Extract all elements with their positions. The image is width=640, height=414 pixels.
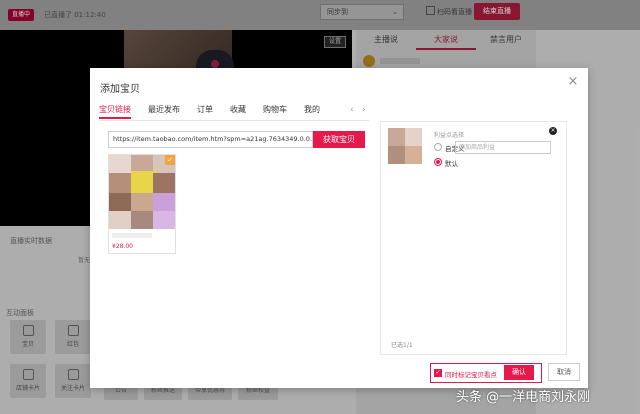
tabs-prev-icon[interactable]: ‹ [350, 103, 354, 117]
radio-custom[interactable] [434, 143, 442, 151]
confirm-button[interactable]: 确认 [504, 365, 534, 380]
product-image: ✓ [109, 155, 175, 229]
cancel-button[interactable]: 取消 [548, 363, 580, 381]
tabs-next-icon[interactable]: › [362, 103, 366, 117]
watermark: 头条 @一洋电商刘永刚 [456, 390, 591, 405]
product-url-input[interactable]: https://item.taobao.com/item.htm?spm=a21… [108, 131, 313, 148]
benefit-input[interactable]: 添加商品利益 [455, 141, 551, 154]
benefit-point-label: 利益点选择 [434, 132, 465, 139]
radio-default[interactable] [434, 158, 442, 166]
product-title-placeholder [112, 233, 152, 238]
selected-product-thumbnail [388, 128, 422, 164]
tab-recent[interactable]: 最近发布 [148, 103, 180, 119]
selected-count: 已选1/1 [391, 342, 413, 349]
tab-cart[interactable]: 购物车 [263, 103, 287, 119]
product-price: ¥28.00 [112, 243, 133, 250]
radio-default-label: 默认 [445, 160, 458, 168]
product-card[interactable]: ✓ ¥28.00 [108, 154, 176, 254]
checkbox-checked-icon: ✓ [434, 369, 442, 377]
add-product-dialog: 添加宝贝 × 宝贝链接 最近发布 订单 收藏 购物车 我的 ‹ › https:… [90, 68, 588, 388]
product-source-tabs: 宝贝链接 最近发布 订单 收藏 购物车 我的 [99, 103, 337, 119]
selected-product-panel: × 利益点选择 自定义 添加商品利益 默认 已选1/1 [380, 121, 567, 355]
tab-mine[interactable]: 我的 [304, 103, 320, 119]
tab-product-link[interactable]: 宝贝链接 [99, 103, 131, 119]
tab-favorites[interactable]: 收藏 [230, 103, 246, 119]
sync-highlight-label: 同时标记宝贝看点 [445, 371, 497, 379]
tabs-divider [99, 120, 369, 121]
tab-orders[interactable]: 订单 [197, 103, 213, 119]
checkmark-icon: ✓ [165, 155, 175, 165]
remove-product-icon[interactable]: × [549, 127, 557, 135]
fetch-product-button[interactable]: 获取宝贝 [313, 131, 365, 148]
close-icon[interactable]: × [566, 75, 580, 89]
dialog-title: 添加宝贝 [100, 84, 140, 95]
